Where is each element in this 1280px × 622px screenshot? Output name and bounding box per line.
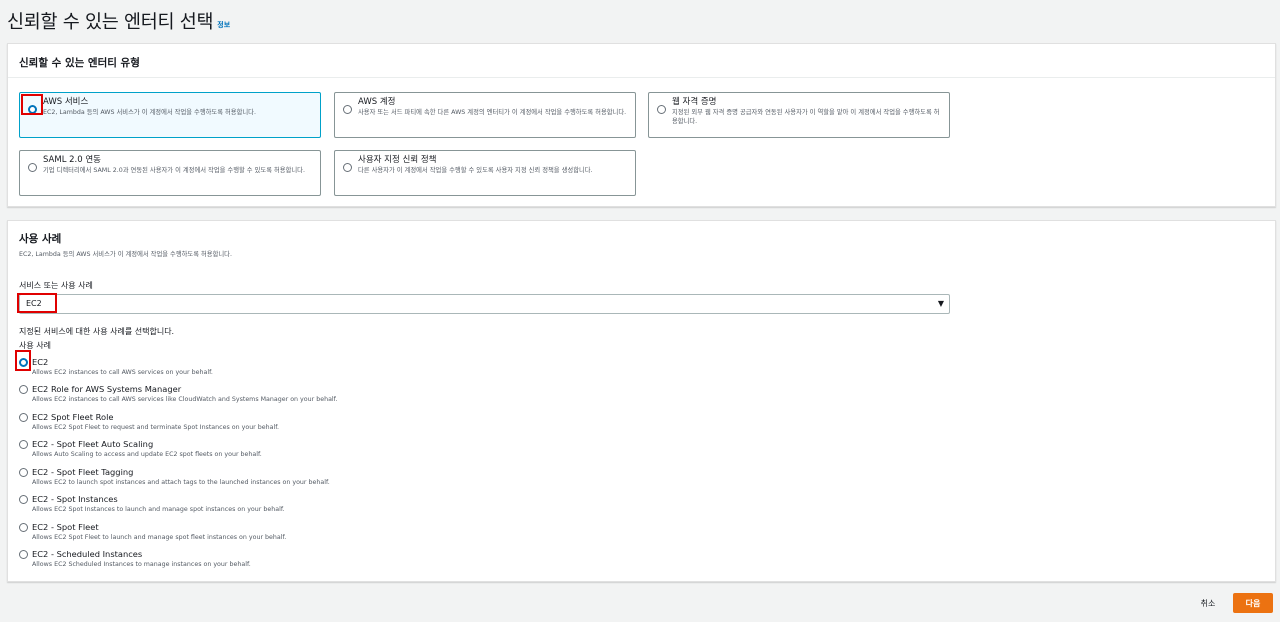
option-title: EC2 - Spot Fleet Tagging	[32, 467, 134, 477]
tile-desc: 지정된 외부 웹 자격 증명 공급자와 연동된 사용자가 이 역할을 맡아 이 …	[672, 109, 940, 125]
service-select[interactable]: EC2 ▼	[19, 294, 950, 314]
highlight-box	[21, 94, 43, 115]
option-desc: Allows EC2 Spot Fleet to launch and mana…	[32, 534, 287, 541]
tile-title: 웹 자격 증명	[672, 97, 717, 107]
panel-title: 신뢰할 수 있는 엔터티 유형	[19, 57, 140, 69]
use-case-hint: 지정된 서비스에 대한 사용 사례를 선택합니다.	[19, 327, 175, 336]
radio-saml-federation[interactable]	[28, 157, 37, 176]
option-desc: Allows EC2 instances to call AWS service…	[32, 369, 213, 376]
caret-down-icon: ▼	[937, 299, 944, 308]
use-case-panel: 사용 사례 EC2, Lambda 등의 AWS 서비스가 이 계정에서 작업을…	[7, 220, 1276, 582]
radio-icon[interactable]	[19, 385, 28, 394]
tile-desc: EC2, Lambda 등의 AWS 서비스가 이 계정에서 작업을 수행하도록…	[43, 109, 256, 116]
section-title: 사용 사례	[19, 233, 62, 245]
radio-icon[interactable]	[19, 440, 28, 449]
option-title: EC2 Role for AWS Systems Manager	[32, 384, 182, 394]
radio-icon[interactable]	[19, 523, 28, 532]
tile-aws-account[interactable]: AWS 계정 사용자 또는 서드 파티에 속한 다른 AWS 계정의 엔터티가 …	[334, 92, 636, 138]
radio-custom-trust-policy[interactable]	[343, 157, 352, 176]
radio-icon[interactable]	[19, 468, 28, 477]
cancel-button[interactable]: 취소	[1190, 593, 1226, 613]
trusted-entity-type-panel: 신뢰할 수 있는 엔터티 유형 AWS 서비스 EC2, Lambda 등의 A…	[7, 43, 1276, 207]
tile-title: SAML 2.0 연동	[43, 155, 101, 165]
option-title: EC2 Spot Fleet Role	[32, 412, 114, 422]
option-desc: Allows EC2 Spot Fleet to request and ter…	[32, 424, 280, 431]
tile-desc: 사용자 또는 서드 파티에 속한 다른 AWS 계정의 엔터티가 이 계정에서 …	[358, 109, 627, 116]
option-desc: Allows Auto Scaling to access and update…	[32, 451, 262, 458]
highlight-box	[15, 350, 31, 371]
highlight-box	[17, 293, 57, 313]
option-title: EC2	[32, 357, 49, 367]
tile-web-identity[interactable]: 웹 자격 증명 지정된 외부 웹 자격 증명 공급자와 연동된 사용자가 이 역…	[648, 92, 950, 138]
service-field-label: 서비스 또는 사용 사례	[19, 281, 93, 290]
page-title: 신뢰할 수 있는 엔터티 선택 정보	[7, 6, 230, 34]
tile-title: AWS 계정	[358, 97, 396, 107]
tile-aws-service[interactable]: AWS 서비스 EC2, Lambda 등의 AWS 서비스가 이 계정에서 작…	[19, 92, 321, 138]
tile-title: AWS 서비스	[43, 97, 89, 107]
option-title: EC2 - Spot Fleet	[32, 522, 99, 532]
info-link[interactable]: 정보	[217, 20, 230, 30]
tile-custom-trust-policy[interactable]: 사용자 지정 신뢰 정책 다른 사용자가 이 계정에서 작업을 수행할 수 있도…	[334, 150, 636, 196]
tile-desc: 기업 디렉터리에서 SAML 2.0과 연동된 사용자가 이 계정에서 작업을 …	[43, 167, 305, 174]
section-desc: EC2, Lambda 등의 AWS 서비스가 이 계정에서 작업을 수행하도록…	[19, 251, 232, 258]
option-desc: Allows EC2 to launch spot instances and …	[32, 479, 330, 486]
radio-icon[interactable]	[19, 413, 28, 422]
tile-desc: 다른 사용자가 이 계정에서 작업을 수행할 수 있도록 사용자 지정 신뢰 정…	[358, 167, 593, 174]
radio-icon	[343, 163, 352, 172]
radio-icon	[343, 105, 352, 114]
radio-icon	[657, 105, 666, 114]
radio-icon[interactable]	[19, 550, 28, 559]
option-desc: Allows EC2 Spot Instances to launch and …	[32, 506, 285, 513]
page-title-text: 신뢰할 수 있는 엔터티 선택	[7, 12, 214, 33]
option-desc: Allows EC2 Scheduled Instances to manage…	[32, 561, 251, 568]
option-title: EC2 - Scheduled Instances	[32, 549, 143, 559]
panel-header: 신뢰할 수 있는 엔터티 유형	[8, 44, 1275, 78]
option-title: EC2 - Spot Instances	[32, 494, 118, 504]
next-button[interactable]: 다음	[1233, 593, 1273, 613]
radio-icon	[28, 163, 37, 172]
option-title: EC2 - Spot Fleet Auto Scaling	[32, 439, 154, 449]
option-desc: Allows EC2 instances to call AWS service…	[32, 396, 338, 403]
radio-aws-account[interactable]	[343, 99, 352, 118]
tile-title: 사용자 지정 신뢰 정책	[358, 155, 437, 165]
radio-icon[interactable]	[19, 495, 28, 504]
radio-web-identity[interactable]	[657, 99, 666, 118]
tile-saml-federation[interactable]: SAML 2.0 연동 기업 디렉터리에서 SAML 2.0과 연동된 사용자가…	[19, 150, 321, 196]
